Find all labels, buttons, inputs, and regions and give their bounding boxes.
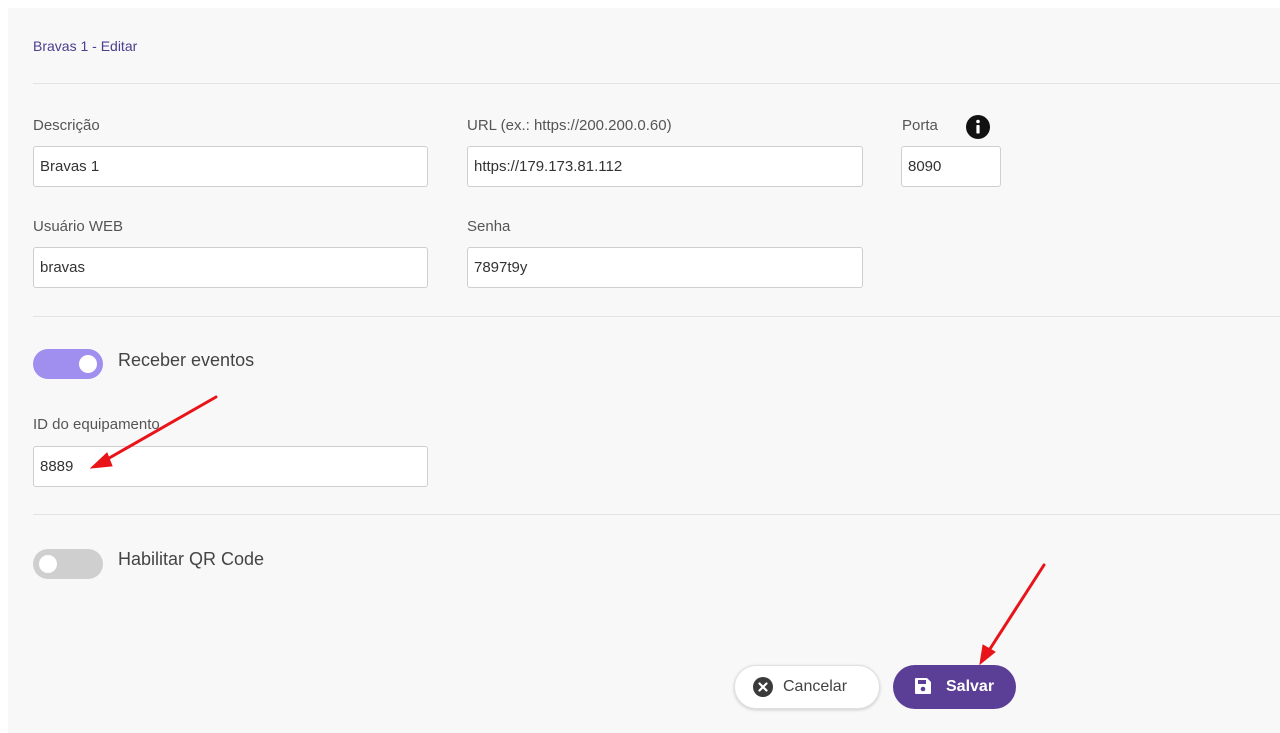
section-divider (33, 514, 1280, 515)
save-button-label: Salvar (946, 678, 995, 695)
cancel-button[interactable]: Cancelar (734, 665, 880, 709)
descricao-input[interactable] (33, 146, 428, 187)
descricao-label: Descrição (33, 117, 100, 134)
id-equipamento-input[interactable] (33, 446, 428, 487)
receber-eventos-label: Receber eventos (118, 350, 255, 370)
porta-label: Porta (902, 117, 938, 134)
receber-eventos-toggle[interactable] (33, 349, 103, 379)
floppy-disk-icon (914, 677, 934, 697)
info-icon[interactable] (966, 115, 990, 139)
toggle-knob (79, 355, 97, 373)
qr-code-toggle[interactable] (33, 549, 103, 579)
senha-input[interactable] (467, 247, 863, 288)
page-title: Bravas 1 - Editar (33, 38, 138, 54)
close-circle-icon (753, 677, 773, 697)
url-label: URL (ex.: https://200.200.0.60) (467, 117, 672, 134)
save-button[interactable]: Salvar (893, 665, 1016, 709)
usuario-label: Usuário WEB (33, 218, 124, 235)
qr-code-label: Habilitar QR Code (118, 549, 265, 569)
header-divider (33, 83, 1280, 84)
toggle-knob (39, 555, 57, 573)
porta-input[interactable] (901, 146, 1001, 187)
senha-label: Senha (467, 218, 511, 235)
cancel-button-label: Cancelar (783, 678, 848, 695)
url-input[interactable] (467, 146, 863, 187)
section-divider (33, 316, 1280, 317)
id-equipamento-label: ID do equipamento (33, 416, 160, 433)
usuario-input[interactable] (33, 247, 428, 288)
